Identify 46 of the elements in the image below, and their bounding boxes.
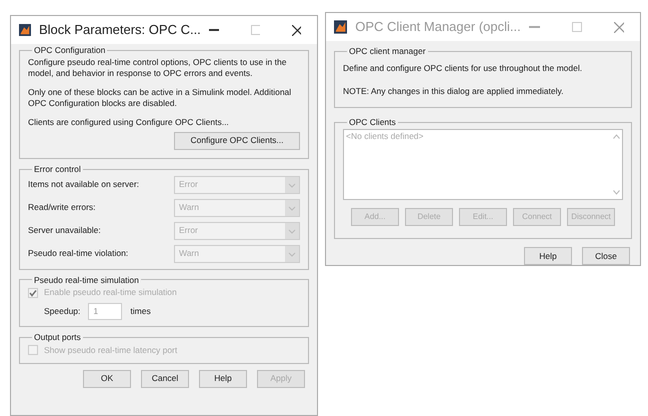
dialog-button[interactable]: Help <box>524 247 572 265</box>
dropdown-value: Warn <box>178 201 200 214</box>
group-label: Output ports <box>33 331 82 344</box>
unit-label: times <box>130 305 151 318</box>
checkbox-label: Enable pseudo real-time simulation <box>44 286 177 299</box>
dropdown-value: Error <box>178 224 199 237</box>
field-label: Pseudo real-time violation: <box>28 247 130 260</box>
list-placeholder: <No clients defined> <box>345 130 424 143</box>
group-label: Pseudo real-time simulation <box>33 274 140 286</box>
dialog-button[interactable]: Configure OPC Clients... <box>174 132 300 150</box>
checkbox-label: Show pseudo real-time latency port <box>44 344 178 356</box>
group-label: OPC client manager <box>348 45 427 58</box>
description-text: Only one of these blocks can be active in a Simulink model. Additional OPC Configuration blocks are disabled. <box>28 86 292 109</box>
caret-icon <box>285 222 299 238</box>
field-label: Speedup: <box>44 305 80 318</box>
group-label: Error control <box>33 162 82 176</box>
field-label: Server unavailable: <box>28 224 102 237</box>
description-text: Define and configure OPC clients for use throughout the model. <box>343 62 584 74</box>
dialog-button[interactable]: Help <box>199 370 247 388</box>
scroll-up-icon[interactable] <box>613 134 620 139</box>
dialog-button[interactable]: Cancel <box>141 370 189 388</box>
description-text: NOTE: Any changes in this dialog are applied immediately. <box>343 84 564 98</box>
window-title: Block Parameters: OPC C... <box>38 21 201 40</box>
maximize-icon[interactable] <box>572 22 582 32</box>
dialog-button[interactable]: OK <box>83 370 131 388</box>
dropdown-value: Error <box>178 178 199 191</box>
window-title: OPC Client Manager (opcli... <box>355 18 521 36</box>
field-label: Read/write errors: <box>28 201 97 214</box>
speedup-field[interactable]: 1 <box>88 303 122 320</box>
caret-icon <box>285 246 299 262</box>
app-logo-icon <box>334 20 348 34</box>
scroll-down-icon[interactable] <box>613 190 620 195</box>
clients-list[interactable]: <No clients defined> <box>343 129 623 200</box>
minimize-icon[interactable] <box>208 29 220 31</box>
caret-icon <box>285 176 299 192</box>
caret-icon <box>285 200 299 216</box>
maximize-icon[interactable] <box>251 25 260 35</box>
app-logo-icon <box>19 23 31 37</box>
close-icon[interactable] <box>292 24 301 36</box>
group-label: OPC Configuration <box>33 44 106 57</box>
field-label: Items not available on server: <box>28 178 140 191</box>
dropdown-value: Warn <box>178 247 200 260</box>
group-label: OPC Clients <box>348 116 397 129</box>
description-text: Clients are configured using Configure OPC Clients... <box>28 116 230 128</box>
description-text: Configure pseudo real-time control options, OPC clients to use in the model, and behavior in response to OPC errors and events. <box>28 56 288 79</box>
dialog-button[interactable]: Close <box>582 247 630 265</box>
